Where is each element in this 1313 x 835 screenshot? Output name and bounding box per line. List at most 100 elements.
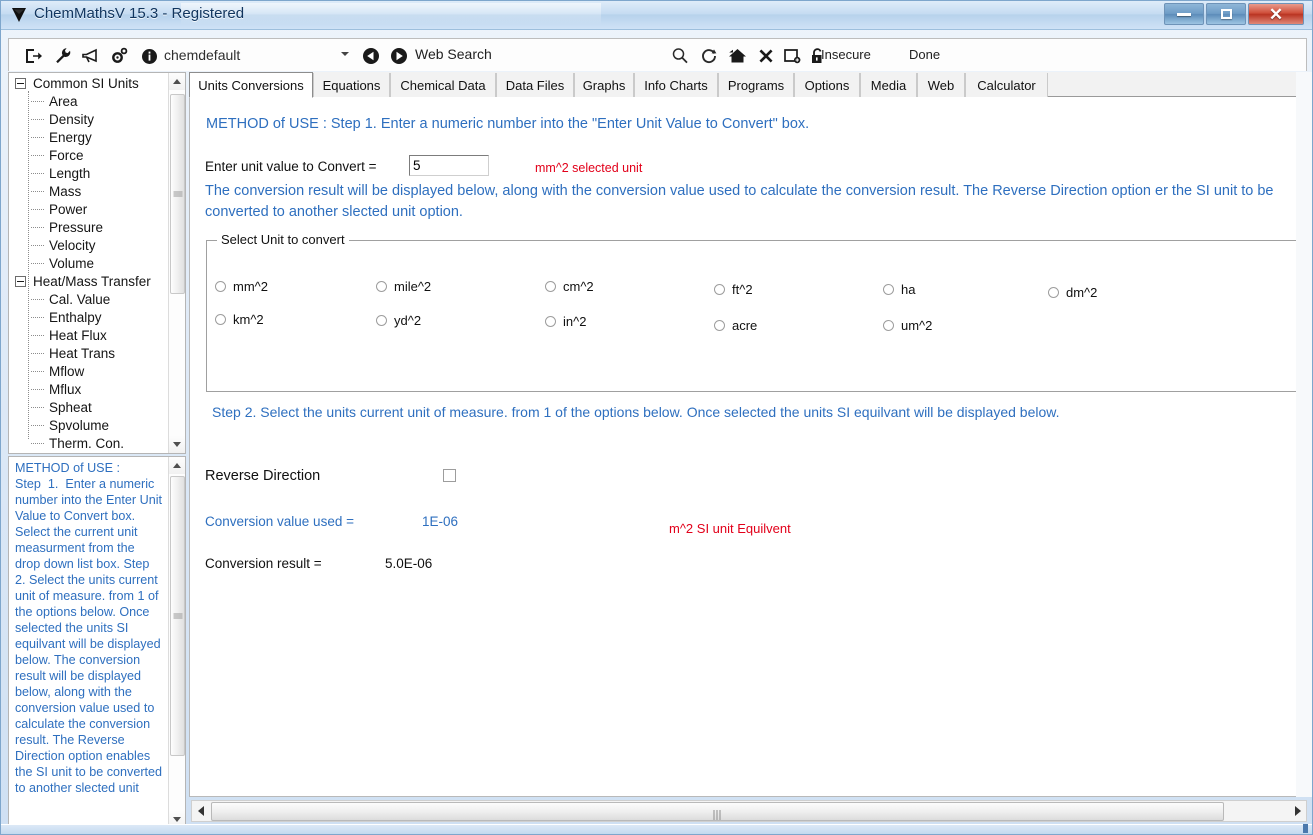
hscroll-left-icon[interactable] <box>192 801 209 821</box>
home-icon[interactable] <box>727 46 747 66</box>
help-scroll-up-icon[interactable] <box>169 457 185 474</box>
tree-item-length[interactable]: Length <box>9 164 169 182</box>
close-x-icon[interactable] <box>756 46 776 66</box>
hscroll-right-icon[interactable] <box>1289 801 1306 821</box>
tree-item-density[interactable]: Density <box>9 110 169 128</box>
radio-label: in^2 <box>563 314 587 329</box>
tree-item-heat-flux[interactable]: Heat Flux <box>9 326 169 344</box>
scroll-grip-icon <box>713 807 722 820</box>
radio-label: yd^2 <box>394 313 422 328</box>
tree-item-label: Spheat <box>49 399 92 415</box>
radio-in-2[interactable]: in^2 <box>545 314 586 329</box>
tab-options[interactable]: Options <box>794 73 860 97</box>
radio-dot-icon <box>376 315 387 326</box>
content-horizontal-scrollbar[interactable] <box>191 800 1307 822</box>
radio-um-2[interactable]: um^2 <box>883 318 932 333</box>
tab-graphs[interactable]: Graphs <box>574 73 634 97</box>
selected-unit-note: mm^2 selected unit <box>535 161 643 175</box>
radio-ha[interactable]: ha <box>883 282 915 297</box>
forward-circle-icon[interactable] <box>389 46 409 66</box>
radio-mm-2[interactable]: mm^2 <box>215 279 268 294</box>
wrench-icon[interactable] <box>53 46 73 66</box>
tree-item-energy[interactable]: Energy <box>9 128 169 146</box>
tree-item-label: Length <box>49 165 91 181</box>
tree-item-velocity[interactable]: Velocity <box>9 236 169 254</box>
tab-data-files[interactable]: Data Files <box>496 73 574 97</box>
help-scrollbar[interactable] <box>168 457 185 828</box>
tree-item-mflow[interactable]: Mflow <box>9 362 169 380</box>
tree-group-common-si-units[interactable]: Common SI Units <box>9 74 169 92</box>
tree-item-label: Area <box>49 93 78 109</box>
tree-item-cal-value[interactable]: Cal. Value <box>9 290 169 308</box>
tree-scrollbar[interactable] <box>168 73 185 453</box>
tree-scroll-up-icon[interactable] <box>169 73 185 90</box>
si-equivalent-note: m^2 SI unit Equilvent <box>669 521 791 536</box>
tree-item-force[interactable]: Force <box>9 146 169 164</box>
tree-item-pressure[interactable]: Pressure <box>9 218 169 236</box>
insecure-label: Insecure <box>821 47 871 62</box>
collapse-icon[interactable] <box>15 77 26 89</box>
export-icon[interactable] <box>23 46 43 66</box>
chevron-down-icon[interactable] <box>341 52 349 56</box>
tab-label: Chemical Data <box>400 77 486 93</box>
tree-item-spvolume[interactable]: Spvolume <box>9 416 169 434</box>
main-tab-strip: Units Conversions Equations Chemical Data D… <box>189 72 1307 98</box>
info-icon[interactable] <box>139 46 159 66</box>
radio-acre[interactable]: acre <box>714 318 757 333</box>
radio-cm-2[interactable]: cm^2 <box>545 279 594 294</box>
radio-yd-2[interactable]: yd^2 <box>376 313 421 328</box>
collapse-icon[interactable] <box>15 275 26 287</box>
tree-item-power[interactable]: Power <box>9 200 169 218</box>
minimize-icon <box>1177 12 1191 16</box>
tab-media[interactable]: Media <box>860 73 917 97</box>
tree-item-label: Therm. Con. <box>49 435 125 451</box>
unit-value-input[interactable] <box>409 155 489 176</box>
megaphone-icon[interactable] <box>81 46 101 66</box>
tree-item-heat-trans[interactable]: Heat Trans <box>9 344 169 362</box>
search-icon[interactable] <box>670 46 690 66</box>
tab-equations[interactable]: Equations <box>313 73 390 97</box>
help-scroll-thumb[interactable] <box>170 476 185 756</box>
hscroll-thumb[interactable] <box>211 802 1224 821</box>
radio-ft-2[interactable]: ft^2 <box>714 282 753 297</box>
browser-toolbar: chemdefault Web Search Insecure Done <box>8 38 1307 71</box>
tab-label: Programs <box>727 77 785 93</box>
tab-web[interactable]: Web <box>917 73 965 97</box>
tab-programs[interactable]: Programs <box>718 73 794 97</box>
tab-units-conversions[interactable]: Units Conversions <box>189 72 313 98</box>
tree-item-mass[interactable]: Mass <box>9 182 169 200</box>
reverse-direction-checkbox[interactable] <box>443 469 456 482</box>
tree-item-therm-con-[interactable]: Therm. Con. <box>9 434 169 452</box>
gear-icon[interactable] <box>109 46 129 66</box>
web-search-label[interactable]: Web Search <box>415 46 492 62</box>
back-circle-icon[interactable] <box>361 46 381 66</box>
si-units-tree[interactable]: Common SI Units Area Density Energy Force Len… <box>8 72 186 454</box>
tab-info-charts[interactable]: Info Charts <box>634 73 718 97</box>
tree-item-mflux[interactable]: Mflux <box>9 380 169 398</box>
tree-item-label: Force <box>49 147 84 163</box>
tree-item-area[interactable]: Area <box>9 92 169 110</box>
radio-km-2[interactable]: km^2 <box>215 312 264 327</box>
new-tab-icon[interactable] <box>782 46 802 66</box>
radio-mile-2[interactable]: mile^2 <box>376 279 431 294</box>
tab-calculator[interactable]: Calculator <box>965 73 1048 97</box>
refresh-icon[interactable] <box>699 46 719 66</box>
tree-item-spheat[interactable]: Spheat <box>9 398 169 416</box>
tab-chemical-data[interactable]: Chemical Data <box>390 73 496 97</box>
minimize-button[interactable] <box>1164 3 1204 25</box>
tree-item-enthalpy[interactable]: Enthalpy <box>9 308 169 326</box>
radio-dm-2[interactable]: dm^2 <box>1048 285 1097 300</box>
tree-item-volume[interactable]: Volume <box>9 254 169 272</box>
tree-group-heat-mass-transfer[interactable]: Heat/Mass Transfer <box>9 272 169 290</box>
resize-grip-icon[interactable] <box>1303 824 1308 833</box>
tree-item-label: Heat Trans <box>49 345 116 361</box>
chemmaths-logo-icon <box>11 7 27 23</box>
address-value[interactable]: chemdefault <box>164 47 240 63</box>
method-of-use-panel[interactable]: METHOD of USE : Step 1. Enter a numeric … <box>8 456 186 829</box>
tree-item-label: Volume <box>49 255 95 271</box>
maximize-button[interactable] <box>1206 3 1246 25</box>
tree-scroll-down-icon[interactable] <box>169 436 185 453</box>
close-button[interactable]: ✕ <box>1248 3 1304 25</box>
content-right-gutter <box>1296 72 1312 797</box>
tree-scroll-thumb[interactable] <box>170 94 185 294</box>
